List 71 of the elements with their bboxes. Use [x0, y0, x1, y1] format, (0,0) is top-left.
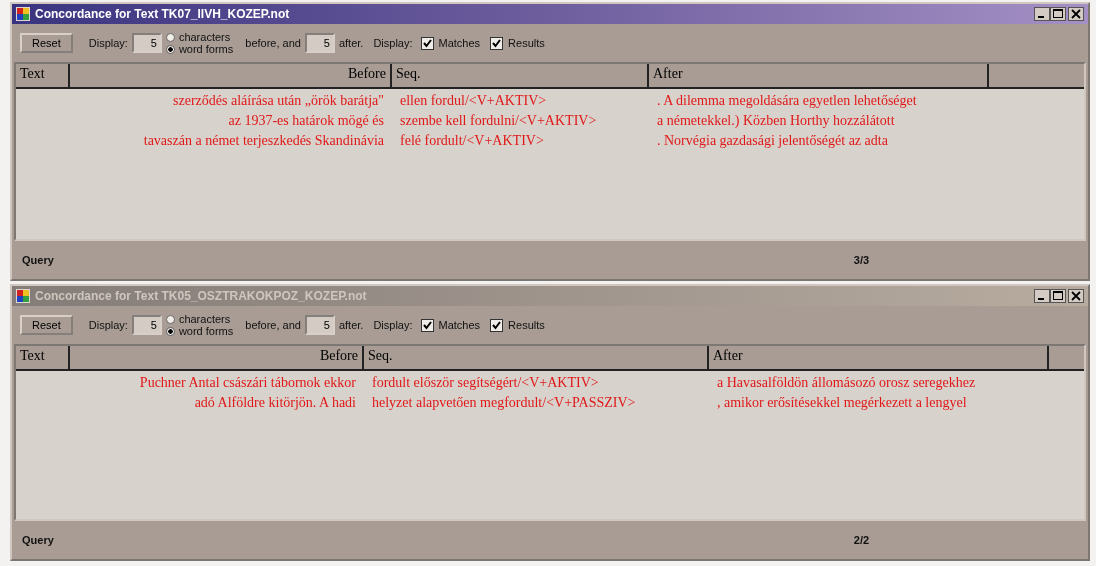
- table-cell-text: helyzet alapvetően megfordult/<V+PASSZIV>: [371, 394, 637, 412]
- minimize-icon[interactable]: [1034, 289, 1050, 303]
- table-cell-text: felé fordult/<V+AKTIV>: [399, 132, 545, 150]
- unit-radio[interactable]: characters: [165, 313, 234, 325]
- table-cell-text: a Havasalföldön állomásozó orosz seregekhez: [716, 374, 977, 392]
- column-header[interactable]: After: [709, 346, 1049, 369]
- before-and-label: before, and: [245, 319, 301, 331]
- window-title: Concordance for Text TK07_IIVH_KOZEP.not: [35, 7, 290, 21]
- unit-radio[interactable]: word forms: [165, 43, 234, 55]
- table-cell-text: a németekkel.) Közben Horthy hozzálátott: [656, 112, 896, 130]
- column-header[interactable]: Seq.: [392, 64, 649, 87]
- table-cell-text: Puchner Antal császári tábornok ekkor: [138, 374, 357, 392]
- after-label: after.: [338, 319, 364, 331]
- radio-circle[interactable]: [165, 326, 175, 336]
- table-cell-text: , amikor erősítésekkel megérkezett a lengyel: [716, 394, 968, 412]
- display-label: Display:: [88, 37, 128, 49]
- table-cell-text: . Norvégia gazdasági jelentőségét az adta: [656, 132, 889, 150]
- radio-label: characters: [178, 313, 231, 325]
- before-count-field[interactable]: 5: [131, 33, 162, 53]
- table-cell-text: adó Alföldre kitörjön. A hadi: [193, 394, 357, 412]
- unit-radio[interactable]: word forms: [165, 325, 234, 337]
- reset-button[interactable]: Reset: [20, 33, 73, 53]
- checkbox-label: Results: [508, 319, 545, 331]
- column-header[interactable]: Before: [70, 64, 392, 87]
- checkbox-label: Matches: [438, 37, 481, 49]
- app-icon: [16, 289, 30, 303]
- table-cell-text: tavaszán a német terjeszkedés Skandinávia: [142, 132, 385, 150]
- after-label: after.: [338, 37, 364, 49]
- column-header[interactable]: After: [649, 64, 989, 87]
- display-label: Display:: [88, 319, 128, 331]
- checkbox[interactable]: [420, 36, 434, 50]
- table-cell-text: az 1937-es határok mögé és: [227, 112, 385, 130]
- column-header[interactable]: Text: [16, 346, 70, 369]
- query-label: Query: [22, 534, 54, 546]
- table-cell-text: szerződés aláírása után „örök barátja": [172, 92, 385, 110]
- radio-label: word forms: [178, 43, 234, 55]
- maximize-icon[interactable]: [1050, 289, 1066, 303]
- radio-circle[interactable]: [165, 314, 175, 324]
- radio-label: word forms: [178, 325, 234, 337]
- close-icon[interactable]: [1068, 289, 1084, 303]
- close-icon[interactable]: [1068, 7, 1084, 21]
- result-count: 3/3: [853, 254, 870, 266]
- before-count-field[interactable]: 5: [131, 315, 162, 335]
- maximize-icon[interactable]: [1050, 7, 1066, 21]
- checkbox[interactable]: [490, 318, 504, 332]
- app-icon: [16, 7, 30, 21]
- table-cell-text: fordult először segítségért/<V+AKTIV>: [371, 374, 600, 392]
- radio-circle[interactable]: [165, 32, 175, 42]
- display-label: Display:: [373, 319, 413, 331]
- result-count: 2/2: [853, 534, 870, 546]
- display-label: Display:: [373, 37, 413, 49]
- after-count-field[interactable]: 5: [304, 315, 335, 335]
- checkbox-label: Matches: [438, 319, 481, 331]
- column-header[interactable]: Text: [16, 64, 70, 87]
- checkbox[interactable]: [490, 36, 504, 50]
- table-cell-text: . A dilemma megoldására egyetlen lehetőséget: [656, 92, 918, 110]
- column-header[interactable]: Seq.: [364, 346, 709, 369]
- query-label: Query: [22, 254, 54, 266]
- window-title: Concordance for Text TK05_OSZTRAKOKPOZ_KOZEP.not: [35, 289, 367, 303]
- checkbox-label: Results: [508, 37, 545, 49]
- minimize-icon[interactable]: [1034, 7, 1050, 21]
- column-header[interactable]: Before: [70, 346, 364, 369]
- before-and-label: before, and: [245, 37, 301, 49]
- reset-button[interactable]: Reset: [20, 315, 73, 335]
- table-cell-text: ellen fordul/<V+AKTIV>: [399, 92, 548, 110]
- checkbox[interactable]: [420, 318, 434, 332]
- after-count-field[interactable]: 5: [304, 33, 335, 53]
- table-cell-text: szembe kell fordulni/<V+AKTIV>: [399, 112, 598, 130]
- radio-circle[interactable]: [165, 44, 175, 54]
- radio-label: characters: [178, 31, 231, 43]
- unit-radio[interactable]: characters: [165, 31, 234, 43]
